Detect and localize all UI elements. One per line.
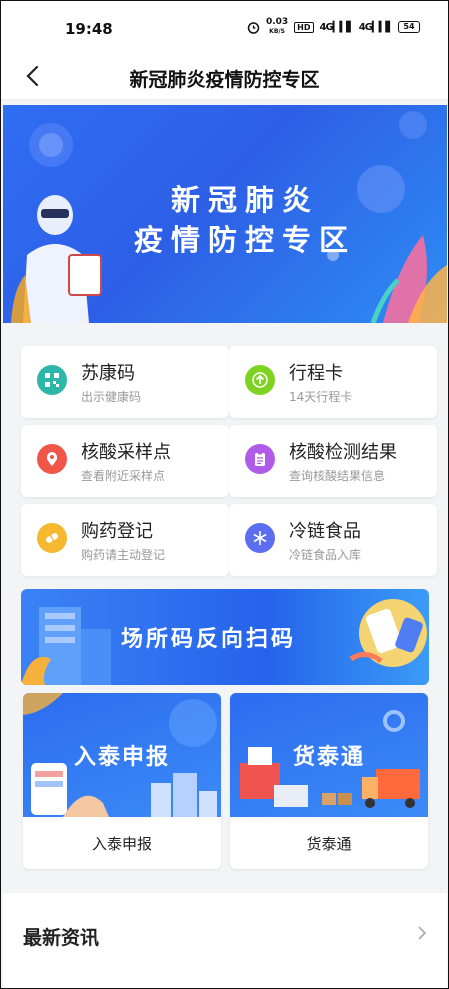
signal-icon-2: 4G▎▍▋ bbox=[358, 21, 393, 33]
scan-banner-title: 场所码反向扫码 bbox=[121, 627, 297, 652]
status-bar: 19:48 0.03 KB/S HD 4G▎▍▋ 4G▎▍▋ 54 bbox=[1, 1, 448, 55]
card-subtitle: 冷链食品入库 bbox=[289, 548, 362, 562]
service-cargo-pass[interactable]: 货泰通 货泰通 bbox=[230, 693, 428, 869]
card-subtitle: 出示健康码 bbox=[81, 390, 142, 404]
card-subtitle: 查询核酸结果信息 bbox=[289, 469, 386, 483]
card-subtitle: 查看附近采样点 bbox=[81, 469, 166, 483]
card-title: 购药登记 bbox=[81, 521, 153, 542]
card-cold-chain-food[interactable]: 冷链食品 冷链食品入库 bbox=[229, 504, 437, 576]
banner-title-line2: 疫情防控专区 bbox=[133, 223, 356, 257]
card-su-health-code[interactable]: 苏康码 出示健康码 bbox=[21, 346, 229, 418]
hd-badge: HD bbox=[294, 21, 314, 33]
service-label: 入泰申报 bbox=[91, 835, 152, 853]
card-title: 行程卡 bbox=[289, 363, 343, 384]
card-subtitle: 购药请主动登记 bbox=[81, 548, 166, 562]
location-pin-icon bbox=[37, 444, 67, 474]
page-title: 新冠肺炎疫情防控专区 bbox=[129, 69, 320, 91]
card-itinerary[interactable]: 行程卡 14天行程卡 bbox=[229, 346, 437, 418]
status-icons: 0.03 KB/S HD 4G▎▍▋ 4G▎▍▋ 54 bbox=[247, 18, 420, 36]
screen: 19:48 0.03 KB/S HD 4G▎▍▋ 4G▎▍▋ 54 新冠肺炎疫情… bbox=[0, 0, 449, 989]
service-label: 货泰通 bbox=[306, 835, 352, 853]
medicine-icon bbox=[37, 523, 67, 553]
hero-banner[interactable]: 新冠肺炎 疫情防控专区 bbox=[3, 105, 447, 323]
arrow-up-icon bbox=[245, 365, 275, 395]
service-entry-declaration[interactable]: 入泰申报 入泰申报 bbox=[23, 693, 221, 869]
card-medicine-registration[interactable]: 购药登记 购药请主动登记 bbox=[21, 504, 229, 576]
service-banner-title: 货泰通 bbox=[292, 745, 365, 770]
network-speed: 0.03 KB/S bbox=[265, 17, 289, 36]
qr-code-icon bbox=[37, 365, 67, 395]
nav-bar: 新冠肺炎疫情防控专区 bbox=[1, 55, 448, 100]
service-banner-image: 入泰申报 bbox=[23, 693, 221, 817]
banner-title-line1: 新冠肺炎 bbox=[170, 183, 319, 217]
card-title: 核酸采样点 bbox=[81, 442, 171, 463]
card-title: 冷链食品 bbox=[289, 521, 361, 542]
latest-news-row[interactable]: 最新资讯 bbox=[3, 893, 447, 988]
snowflake-icon bbox=[245, 523, 275, 553]
chevron-right-icon bbox=[418, 926, 427, 940]
venue-code-scan-banner[interactable]: 场所码反向扫码 bbox=[21, 589, 429, 685]
card-title: 核酸检测结果 bbox=[289, 442, 397, 463]
service-banner-image: 货泰通 bbox=[230, 693, 428, 817]
battery-icon: 54 bbox=[398, 21, 420, 33]
signal-icon: 4G▎▍▋ bbox=[319, 21, 354, 33]
service-banner-title: 入泰申报 bbox=[73, 745, 170, 770]
card-title: 苏康码 bbox=[81, 363, 135, 384]
card-test-results[interactable]: 核酸检测结果 查询核酸结果信息 bbox=[229, 425, 437, 497]
latest-news-title: 最新资讯 bbox=[23, 927, 100, 949]
clipboard-icon bbox=[245, 444, 275, 474]
alarm-icon bbox=[247, 21, 260, 34]
card-subtitle: 14天行程卡 bbox=[289, 390, 353, 404]
card-sampling-sites[interactable]: 核酸采样点 查看附近采样点 bbox=[21, 425, 229, 497]
status-time: 19:48 bbox=[65, 20, 113, 38]
